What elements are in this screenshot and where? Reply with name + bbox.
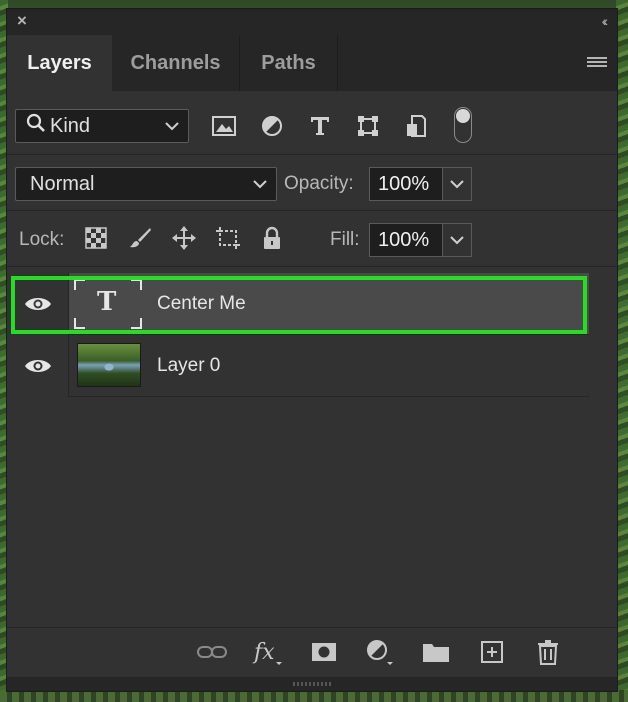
- layer-effects-fx-icon[interactable]: fx: [251, 637, 285, 667]
- chevron-down-icon: [450, 180, 464, 189]
- lock-icons: [81, 223, 287, 253]
- chevron-down-icon: [450, 236, 464, 245]
- layer-row-layer-0[interactable]: Layer 0: [7, 335, 617, 397]
- filter-row: Kind: [7, 91, 617, 155]
- link-layers-icon[interactable]: [195, 637, 229, 667]
- filter-kind-label: Kind: [50, 114, 91, 137]
- layers-panel: × ‹‹ Layers Channels Paths Kind Normal O…: [6, 8, 618, 692]
- opacity-label: Opacity:: [284, 173, 354, 194]
- layer-body[interactable]: T Center Me: [69, 273, 589, 335]
- blend-mode-select[interactable]: Normal: [15, 167, 277, 201]
- panel-resize-grip[interactable]: [7, 677, 617, 691]
- chevron-down-icon: [252, 174, 268, 200]
- svg-text:fx: fx: [252, 640, 275, 665]
- layer-row-center-me[interactable]: T Center Me: [7, 273, 617, 335]
- eye-icon: [24, 298, 51, 310]
- layer-visibility-toggle[interactable]: [7, 273, 69, 335]
- new-adjustment-layer-icon[interactable]: [363, 637, 397, 667]
- tabs-spacer: [338, 35, 617, 91]
- panel-titlebar: × ‹‹: [7, 9, 617, 35]
- pixel-layer-filter-icon[interactable]: [207, 111, 241, 141]
- text-layer-thumbnail: T: [73, 278, 143, 330]
- filter-type-icons: [207, 111, 433, 141]
- layer-visibility-toggle[interactable]: [7, 335, 69, 397]
- collapse-panel-icon[interactable]: ‹‹: [602, 13, 609, 29]
- lock-position-move-icon[interactable]: [169, 223, 199, 253]
- layers-bottom-toolbar: fx: [7, 627, 617, 675]
- opacity-dropdown-button[interactable]: [442, 167, 472, 201]
- fill-input[interactable]: 100%: [369, 223, 443, 257]
- blend-row: Normal Opacity: 100%: [7, 155, 617, 211]
- new-group-folder-icon[interactable]: [419, 637, 453, 667]
- close-icon[interactable]: ×: [17, 12, 27, 29]
- layer-name[interactable]: Center Me: [157, 293, 246, 315]
- new-layer-icon[interactable]: [475, 637, 509, 667]
- delete-layer-trash-icon[interactable]: [531, 637, 565, 667]
- tab-layers[interactable]: Layers: [7, 35, 112, 91]
- chevron-down-icon: [164, 116, 180, 142]
- tab-paths[interactable]: Paths: [240, 35, 338, 91]
- filter-toggle-switch[interactable]: [454, 107, 472, 143]
- add-layer-mask-icon[interactable]: [307, 637, 341, 667]
- filter-kind-select[interactable]: Kind: [15, 109, 189, 143]
- fill-label: Fill:: [330, 229, 360, 250]
- fill-dropdown-button[interactable]: [442, 223, 472, 257]
- type-layer-filter-icon[interactable]: [303, 111, 337, 141]
- lock-transparent-pixels-icon[interactable]: [81, 223, 111, 253]
- layers-list: T Center Me Layer 0: [7, 273, 617, 397]
- adjustment-layer-filter-icon[interactable]: [255, 111, 289, 141]
- lock-all-padlock-icon[interactable]: [257, 223, 287, 253]
- tab-channels[interactable]: Channels: [112, 35, 240, 91]
- search-icon: [26, 113, 46, 139]
- panel-menu-icon[interactable]: [587, 57, 607, 71]
- shape-layer-filter-icon[interactable]: [351, 111, 385, 141]
- smart-object-filter-icon[interactable]: [399, 111, 433, 141]
- lock-row: Lock: Fill: 100%: [7, 211, 617, 267]
- panel-tabs: Layers Channels Paths: [7, 35, 617, 91]
- lock-image-pixels-brush-icon[interactable]: [125, 223, 155, 253]
- lock-artboard-icon[interactable]: [213, 223, 243, 253]
- blend-mode-value: Normal: [30, 172, 95, 195]
- type-t-icon: T: [97, 287, 117, 317]
- image-layer-thumbnail: [77, 343, 141, 387]
- lock-label: Lock:: [19, 229, 65, 250]
- opacity-input[interactable]: 100%: [369, 167, 443, 201]
- layer-name[interactable]: Layer 0: [157, 355, 220, 377]
- eye-icon: [24, 360, 51, 372]
- layer-body[interactable]: Layer 0: [69, 335, 589, 397]
